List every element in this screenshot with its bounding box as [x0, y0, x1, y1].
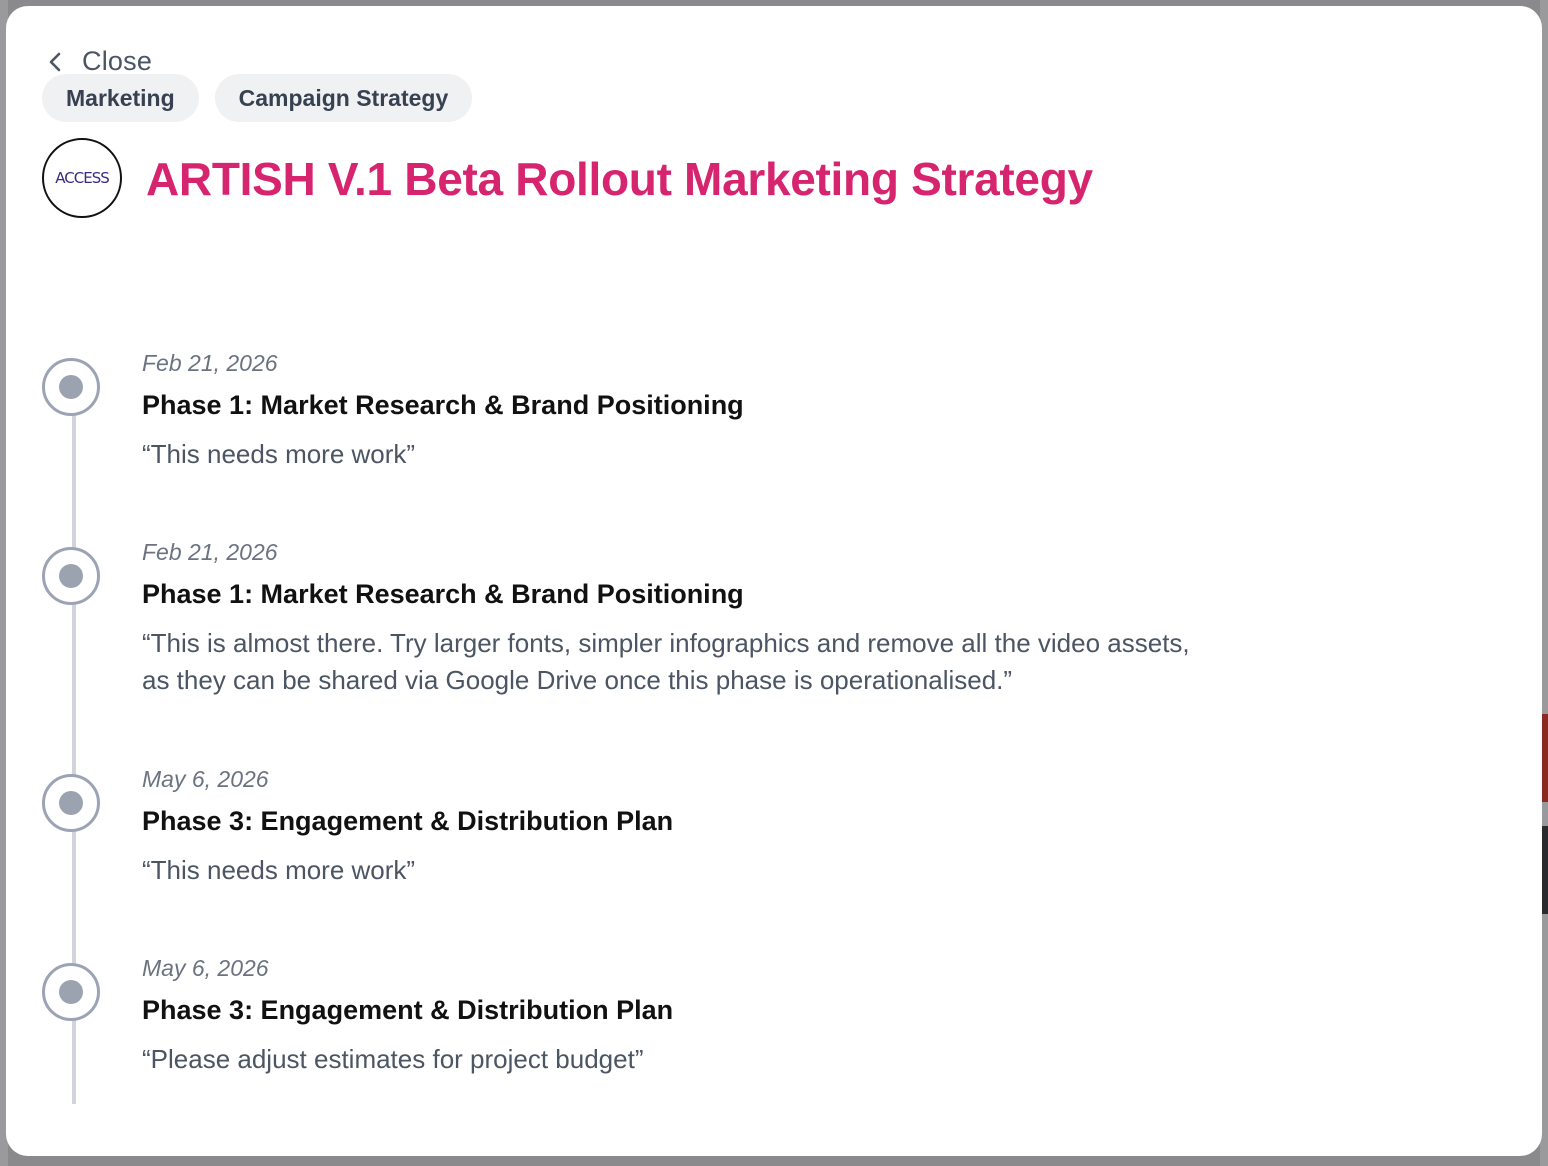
timeline-dot-fill: [59, 980, 83, 1004]
entry-phase-title: Phase 1: Market Research & Brand Positio…: [142, 579, 744, 609]
entry-comment: “This needs more work”: [142, 855, 416, 885]
feedback-history-modal: Close Marketing Campaign Strategy ACCESS…: [6, 6, 1542, 1156]
timeline-dot-icon: [42, 358, 100, 416]
entry-date: Feb 21, 2026: [142, 539, 278, 565]
brand-logo: ACCESS: [42, 138, 122, 218]
entry-date: May 6, 2026: [142, 766, 269, 792]
tag-marketing[interactable]: Marketing: [42, 74, 199, 122]
timeline-dot-fill: [59, 564, 83, 588]
entry-phase-title: Phase 3: Engagement & Distribution Plan: [142, 995, 674, 1025]
entry-comment: “Please adjust estimates for project bud…: [142, 1044, 644, 1074]
entry-comment: “This is almost there. Try larger fonts,…: [142, 628, 1190, 695]
timeline-dot-fill: [59, 375, 83, 399]
close-label: Close: [82, 46, 153, 76]
entry-comment: “This needs more work”: [142, 439, 416, 469]
tag-campaign-strategy[interactable]: Campaign Strategy: [214, 74, 473, 122]
entry-phase-title: Phase 1: Market Research & Brand Positio…: [142, 390, 744, 420]
chevron-left-icon: [49, 52, 61, 71]
entry-date: May 6, 2026: [142, 955, 269, 981]
tag-list: Marketing Campaign Strategy: [42, 74, 473, 122]
brand-logo-text: ACCESS: [55, 169, 109, 187]
page-title: ARTISH V.1 Beta Rollout Marketing Strate…: [146, 153, 1093, 205]
entry-date: Feb 21, 2026: [142, 350, 278, 376]
entry-phase-title: Phase 3: Engagement & Distribution Plan: [142, 806, 674, 836]
close-button[interactable]: Close: [44, 46, 152, 77]
timeline-dot-icon: [42, 774, 100, 832]
timeline-dot-icon: [42, 547, 100, 605]
timeline-dot-fill: [59, 791, 83, 815]
timeline-dot-icon: [42, 963, 100, 1021]
